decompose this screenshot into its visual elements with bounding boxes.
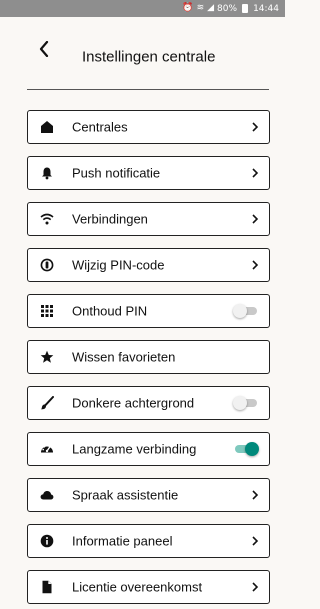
chevron-right-icon (251, 536, 259, 546)
menu-item-label: Onthoud PIN (72, 303, 148, 319)
langzame-verbinding-toggle[interactable] (233, 442, 259, 456)
chevron-right-icon (251, 260, 259, 270)
battery-icon (242, 4, 249, 13)
menu-item-label: Centrales (72, 119, 128, 135)
menu-item-label: Informatie paneel (72, 533, 173, 549)
menu-item-label: Wijzig PIN-code (72, 257, 165, 273)
menu-item-label: Spraak assistentie (72, 487, 179, 503)
menu-item-spraak-assistentie[interactable]: Spraak assistentie (27, 478, 270, 512)
chevron-right-icon (251, 122, 259, 132)
chevron-right-icon (251, 214, 259, 224)
menu-item-label: Langzame verbinding (72, 441, 197, 457)
chevron-right-icon (251, 168, 259, 178)
keypad-icon (40, 304, 54, 318)
menu-item-licentie-overeenkomst[interactable]: Licentie overeenkomst (27, 570, 270, 604)
chevron-right-icon (251, 490, 259, 500)
menu-item-verbindingen[interactable]: Verbindingen (27, 202, 270, 236)
speedometer-icon (40, 442, 54, 456)
menu-item-centrales[interactable]: Centrales (27, 110, 270, 144)
paintbrush-icon (40, 396, 54, 410)
menu-item-label: Push notificatie (72, 165, 161, 181)
toggle-knob (233, 304, 247, 318)
document-icon (40, 580, 54, 594)
pin-code-icon (40, 258, 54, 272)
chevron-right-icon (251, 582, 259, 592)
menu-item-wijzig-pin-code[interactable]: Wijzig PIN-code (27, 248, 270, 282)
menu-item-langzame-verbinding[interactable]: Langzame verbinding (27, 432, 270, 466)
toggle-knob (245, 442, 259, 456)
menu-item-label: Donkere achtergrond (72, 395, 195, 411)
signal-icon: ◢ (207, 3, 215, 13)
menu-item-donkere-achtergrond[interactable]: Donkere achtergrond (27, 386, 270, 420)
bell-icon (40, 166, 54, 180)
clock: 14:44 (253, 3, 279, 14)
wifi-icon (40, 212, 54, 226)
toggle-knob (233, 396, 247, 410)
wifi-icon: ≋ (196, 3, 205, 13)
header: Instellingen centrale (0, 17, 285, 89)
donkere-achtergrond-toggle[interactable] (233, 396, 259, 410)
home-icon (40, 120, 54, 134)
menu-item-label: Verbindingen (72, 211, 148, 227)
header-divider (27, 89, 269, 90)
status-bar: ⏰ ≋ ◢ 80% 14:44 (0, 0, 285, 17)
alarm-icon: ⏰ (182, 3, 194, 13)
menu-item-informatie-paneel[interactable]: Informatie paneel (27, 524, 270, 558)
page-title: Instellingen centrale (82, 48, 216, 66)
info-icon (40, 534, 54, 548)
menu-item-wissen-favorieten[interactable]: Wissen favorieten (27, 340, 270, 374)
menu-item-label: Licentie overeenkomst (72, 579, 203, 595)
menu-item-onthoud-pin[interactable]: Onthoud PIN (27, 294, 270, 328)
onthoud-pin-toggle[interactable] (233, 304, 259, 318)
star-icon (40, 350, 54, 364)
cloud-icon (40, 488, 54, 502)
menu-item-push-notificatie[interactable]: Push notificatie (27, 156, 270, 190)
back-button[interactable] (34, 39, 54, 63)
chevron-left-icon (39, 40, 49, 62)
battery-percentage: 80% (217, 3, 238, 14)
menu-item-label: Wissen favorieten (72, 349, 176, 365)
